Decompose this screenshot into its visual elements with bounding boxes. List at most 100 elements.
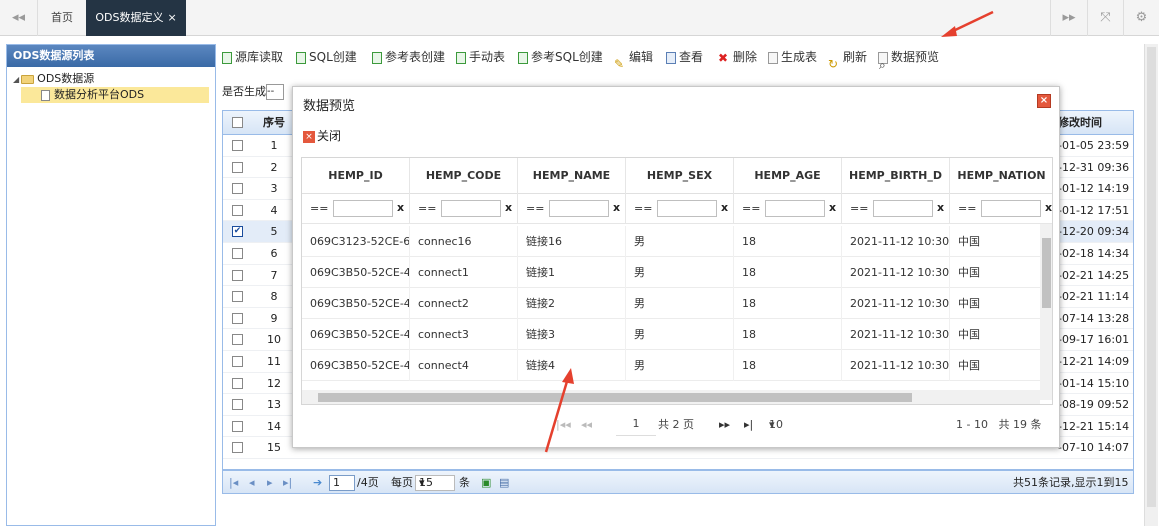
page-number-input[interactable]: 1	[329, 475, 355, 491]
seq-column-header[interactable]: 序号	[263, 111, 285, 135]
filter-clear-icon[interactable]: x	[505, 201, 512, 214]
tree-node-ods-source[interactable]: ◢ ODS数据源	[13, 71, 209, 87]
tabs-scroll-right-icon[interactable]: ▸▸	[1050, 0, 1088, 36]
filter-clear-icon[interactable]: x	[829, 201, 836, 214]
preview-row[interactable]: 069C3B50-52CE-4 connect4 链接4 男 18 2021-11-12 …	[302, 350, 1040, 381]
preview-page-input[interactable]: 1	[616, 413, 656, 436]
row-checkbox[interactable]	[232, 355, 243, 367]
filter-generated-select[interactable]: --请	[266, 84, 284, 100]
prev-page-icon[interactable]: ◂	[249, 471, 255, 495]
filter-clear-icon[interactable]: x	[397, 201, 404, 214]
manual-button[interactable]: 手动表	[456, 45, 505, 69]
column-header[interactable]: HEMP_CODE	[410, 158, 518, 194]
tab-close-icon[interactable]: ×	[167, 11, 176, 24]
tree-node-analytics-ods[interactable]: 数据分析平台ODS	[21, 87, 209, 103]
dialog-close-button[interactable]: × 关闭	[303, 127, 341, 144]
filter-clear-icon[interactable]: x	[721, 201, 728, 214]
row-checkbox[interactable]	[232, 312, 243, 324]
filter-clear-icon[interactable]: x	[937, 201, 944, 214]
filter-operator[interactable]: ==	[418, 202, 436, 215]
preview-cell: 链接2	[518, 288, 626, 319]
per-page-unit: 条	[459, 476, 470, 489]
sql-create-button[interactable]: SQL创建	[296, 45, 357, 69]
filter-input[interactable]	[873, 200, 933, 217]
export-excel-icon[interactable]: ▣	[481, 471, 491, 495]
fullscreen-icon[interactable]: ⤧	[1088, 0, 1124, 36]
row-checkbox[interactable]	[232, 420, 243, 432]
row-checkbox[interactable]	[232, 183, 243, 195]
filter-operator[interactable]: ==	[634, 202, 652, 215]
row-checkbox[interactable]	[232, 269, 243, 281]
column-header[interactable]: HEMP_ID	[302, 158, 410, 194]
preview-button[interactable]: ⌕数据预览	[878, 45, 939, 72]
preview-row[interactable]: 069C3B50-52CE-4 connect2 链接2 男 18 2021-11-12 …	[302, 288, 1040, 319]
row-checkbox[interactable]	[232, 204, 243, 216]
column-header[interactable]: HEMP_SEX	[626, 158, 734, 194]
row-checkbox[interactable]	[232, 140, 243, 151]
next-page-icon[interactable]: ▸▸	[719, 413, 730, 437]
row-checkbox[interactable]	[232, 334, 243, 346]
preview-row[interactable]: 069C3B50-52CE-4 connect1 链接1 男 18 2021-11-12 …	[302, 257, 1040, 288]
preview-horizontal-scrollbar[interactable]	[302, 390, 1040, 404]
delete-button[interactable]: ✖ 删除	[718, 45, 757, 69]
filter-operator[interactable]: ==	[958, 202, 976, 215]
modified-time-column-header[interactable]: 修改时间	[1058, 111, 1102, 135]
filter-operator[interactable]: ==	[742, 202, 760, 215]
filter-input[interactable]	[981, 200, 1041, 217]
edit-button[interactable]: ✎ 编辑	[614, 45, 653, 71]
dialog-close-icon[interactable]: ×	[1037, 94, 1051, 108]
row-checkbox[interactable]	[232, 399, 243, 411]
ref-sql-button[interactable]: 参考SQL创建	[518, 45, 603, 69]
tab-ods-data-definition[interactable]: ODS数据定义 ×	[86, 0, 186, 36]
go-page-icon[interactable]: ➔	[313, 471, 322, 495]
preview-row[interactable]: 069C3B50-52CE-4 connect3 链接3 男 18 2021-11-12 …	[302, 319, 1040, 350]
refresh-button[interactable]: ↻ 刷新	[828, 45, 867, 71]
per-page-select[interactable]: 15 ▾	[415, 475, 455, 491]
gen-button[interactable]: 生成表	[768, 45, 817, 69]
prev-page-icon[interactable]: ◂◂	[581, 413, 592, 437]
scrollbar-thumb[interactable]	[1147, 47, 1156, 507]
preview-per-page-select[interactable]: 10 ▾	[769, 413, 783, 437]
tabs-scroll-left-icon[interactable]: ◂◂	[0, 0, 38, 36]
row-checkbox[interactable]	[232, 161, 243, 173]
column-header[interactable]: HEMP_NAME	[518, 158, 626, 194]
filter-input[interactable]	[657, 200, 717, 217]
preview-vertical-scrollbar[interactable]	[1040, 224, 1052, 400]
export-doc-icon[interactable]: ▤	[499, 471, 509, 495]
last-page-icon[interactable]: ▸|	[283, 471, 292, 495]
next-page-icon[interactable]: ▸	[267, 471, 273, 495]
filter-operator[interactable]: ==	[310, 202, 328, 215]
filter-operator[interactable]: ==	[850, 202, 868, 215]
preview-row[interactable]: 069C3123-52CE-6 connec16 链接16 男 18 2021-11-12…	[302, 226, 1040, 257]
column-filter-cell: == x	[734, 194, 842, 224]
filter-input[interactable]	[549, 200, 609, 217]
column-header[interactable]: HEMP_BIRTH_D	[842, 158, 950, 194]
filter-input[interactable]	[765, 200, 825, 217]
first-page-icon[interactable]: |◂	[229, 471, 238, 495]
ref-create-button[interactable]: 参考表创建	[372, 45, 445, 69]
row-checkbox[interactable]	[232, 291, 243, 303]
filter-clear-icon[interactable]: x	[1045, 201, 1052, 214]
filter-operator[interactable]: ==	[526, 202, 544, 215]
source-read-button[interactable]: 源库读取	[222, 45, 283, 69]
column-filter-cell: == x	[410, 194, 518, 224]
column-header[interactable]: HEMP_NATION	[950, 158, 1052, 194]
settings-gear-icon[interactable]: ⚙	[1124, 0, 1159, 36]
page-vertical-scrollbar[interactable]	[1144, 44, 1158, 526]
tree-expand-icon[interactable]: ◢	[13, 75, 19, 84]
filter-clear-icon[interactable]: x	[613, 201, 620, 214]
tab-home[interactable]: 首页	[38, 0, 86, 36]
view-button[interactable]: 查看	[666, 45, 703, 69]
row-checkbox[interactable]: ✔	[232, 226, 243, 238]
column-header[interactable]: HEMP_AGE	[734, 158, 842, 194]
select-all-checkbox[interactable]	[232, 117, 243, 128]
last-page-icon[interactable]: ▸|	[744, 413, 753, 437]
row-checkbox[interactable]	[232, 247, 243, 259]
scrollbar-thumb[interactable]	[318, 393, 912, 402]
first-page-icon[interactable]: |◂◂	[556, 413, 571, 437]
row-checkbox[interactable]	[232, 377, 243, 389]
row-checkbox[interactable]	[232, 442, 243, 454]
scrollbar-thumb[interactable]	[1042, 238, 1051, 308]
filter-input[interactable]	[333, 200, 393, 217]
filter-input[interactable]	[441, 200, 501, 217]
